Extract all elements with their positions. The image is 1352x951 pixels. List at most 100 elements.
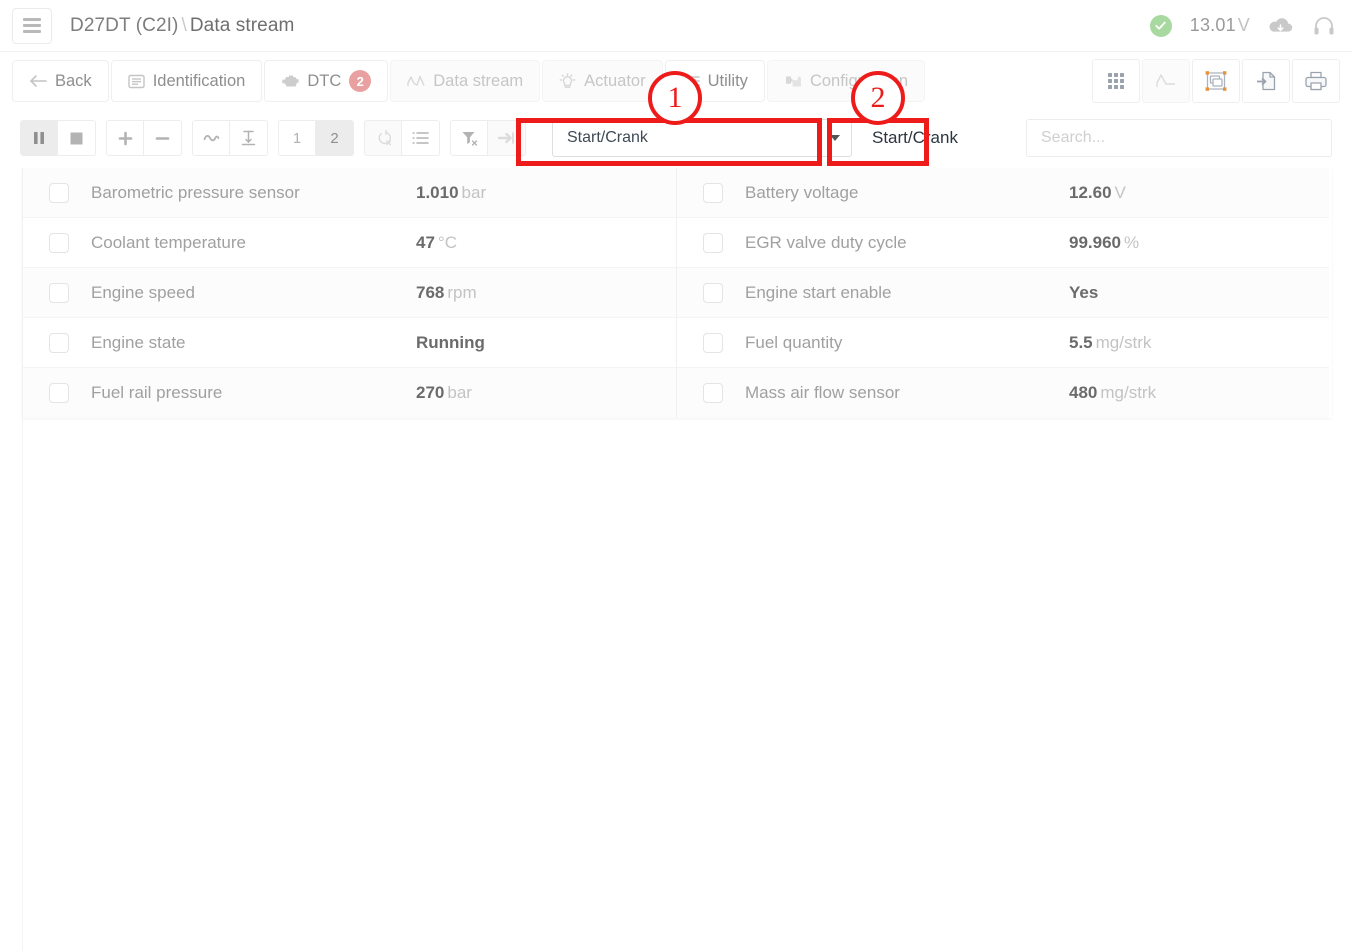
page-one-label: 1 bbox=[292, 129, 302, 147]
row-checkbox[interactable] bbox=[49, 232, 69, 253]
snapshot-icon[interactable] bbox=[1192, 59, 1240, 103]
table-row[interactable]: EGR valve duty cycle 99.960% bbox=[677, 218, 1329, 268]
graph-view-icon[interactable] bbox=[1142, 59, 1190, 103]
row-label: Fuel rail pressure bbox=[91, 383, 223, 402]
jump-end-button[interactable] bbox=[488, 120, 526, 156]
row-checkbox[interactable] bbox=[703, 232, 723, 253]
row-value-number: 270 bbox=[416, 383, 445, 402]
plus-icon bbox=[118, 131, 133, 146]
row-checkbox[interactable] bbox=[703, 383, 723, 403]
arrow-to-line-icon bbox=[498, 131, 515, 145]
app-header: D27DT (C2I) \ Data stream 13.01 V bbox=[0, 0, 1352, 52]
minus-icon bbox=[155, 131, 170, 146]
row-value-number: 99.960 bbox=[1069, 232, 1121, 252]
grid-column-left: Barometric pressure sensor 1.010 bar Cool… bbox=[23, 168, 676, 418]
row-value-unit: bar bbox=[447, 383, 472, 402]
data-stream-grid: Barometric pressure sensor 1.010 bar Cool… bbox=[22, 168, 1332, 418]
row-checkbox[interactable] bbox=[49, 332, 69, 353]
row-checkbox[interactable] bbox=[703, 282, 723, 303]
list-view-button[interactable] bbox=[402, 120, 440, 156]
playback-group bbox=[20, 120, 96, 156]
headset-icon[interactable] bbox=[1312, 14, 1336, 38]
bulb-icon bbox=[559, 73, 576, 89]
row-value: 47 °C bbox=[416, 233, 676, 253]
pause-button[interactable] bbox=[20, 120, 58, 156]
table-row[interactable]: Battery voltage 12.60 V bbox=[677, 168, 1329, 218]
row-value: 480 mg/strk bbox=[1069, 383, 1329, 403]
row-checkbox[interactable] bbox=[49, 182, 69, 203]
grid-view-icon[interactable] bbox=[1092, 59, 1140, 103]
stop-icon bbox=[70, 132, 83, 145]
circle-x-icon bbox=[375, 130, 392, 146]
mode-select-control[interactable]: Start/Crank bbox=[552, 119, 852, 157]
row-label: EGR valve duty cycle bbox=[745, 232, 907, 252]
row-checkbox[interactable] bbox=[703, 332, 723, 353]
tab-utility-label: Utility bbox=[707, 71, 748, 90]
print-icon[interactable] bbox=[1292, 59, 1340, 103]
table-row[interactable]: Engine state Running bbox=[23, 318, 676, 368]
battery-voltage-readout: 13.01 V bbox=[1190, 15, 1250, 36]
tab-dtc[interactable]: DTC 2 bbox=[264, 60, 389, 102]
puzzle-icon bbox=[784, 74, 802, 89]
clear-record-button[interactable] bbox=[364, 120, 402, 156]
export-file-icon[interactable] bbox=[1242, 59, 1290, 103]
hamburger-menu-icon[interactable] bbox=[12, 7, 52, 44]
filter-group bbox=[450, 120, 526, 156]
page-group: 1 2 bbox=[278, 120, 354, 156]
sliders-icon bbox=[681, 74, 700, 88]
table-row[interactable]: Fuel quantity 5.5 mg/strk bbox=[677, 318, 1329, 368]
page-two-button[interactable]: 2 bbox=[316, 120, 354, 156]
row-checkbox[interactable] bbox=[703, 182, 723, 203]
mode-select[interactable]: Start/Crank bbox=[552, 119, 852, 157]
table-row[interactable]: Coolant temperature 47 °C bbox=[23, 218, 676, 268]
row-value-number: 12.60 bbox=[1069, 182, 1112, 202]
table-row[interactable]: Engine start enable Yes bbox=[677, 268, 1329, 318]
engine-icon bbox=[281, 74, 299, 88]
row-checkbox[interactable] bbox=[49, 383, 69, 403]
row-label: Engine state bbox=[91, 332, 186, 352]
row-value-unit: % bbox=[1124, 232, 1140, 252]
add-button[interactable] bbox=[106, 120, 144, 156]
view-tools-group bbox=[1092, 59, 1340, 103]
remove-button[interactable] bbox=[144, 120, 182, 156]
row-value-unit: mg/strk bbox=[1100, 383, 1157, 402]
stop-button[interactable] bbox=[58, 120, 96, 156]
row-value: 270 bar bbox=[416, 383, 676, 403]
row-value: 99.960% bbox=[1069, 233, 1329, 253]
table-row[interactable]: Fuel rail pressure 270 bar bbox=[23, 368, 676, 418]
breadcrumb-model: D27DT (C2I) bbox=[70, 14, 179, 36]
chevron-down-icon bbox=[830, 135, 840, 141]
pause-icon bbox=[33, 131, 45, 145]
table-row[interactable]: Engine speed 768 rpm bbox=[23, 268, 676, 318]
tab-actuator-label: Actuator bbox=[584, 71, 646, 90]
row-checkbox[interactable] bbox=[49, 282, 69, 303]
wave-button[interactable] bbox=[192, 120, 230, 156]
row-value: Yes bbox=[1069, 283, 1329, 303]
check-circle-icon bbox=[1149, 14, 1172, 37]
tab-data-stream-label: Data stream bbox=[433, 71, 524, 90]
table-row[interactable]: Barometric pressure sensor 1.010 bar bbox=[23, 168, 676, 218]
cloud-download-icon[interactable] bbox=[1268, 16, 1294, 36]
back-button[interactable]: Back bbox=[12, 60, 109, 102]
grid-column-right: Battery voltage 12.60 V EGR valve duty cy… bbox=[676, 168, 1329, 418]
tab-utility[interactable]: Utility bbox=[664, 60, 765, 102]
tab-configuration-label: Configuration bbox=[809, 71, 909, 90]
row-label: Engine start enable bbox=[745, 282, 892, 302]
tab-configuration[interactable]: Configuration bbox=[766, 60, 926, 102]
row-value: 5.5 mg/strk bbox=[1069, 333, 1329, 353]
tab-identification[interactable]: Identification bbox=[110, 60, 263, 102]
tab-data-stream[interactable]: Data stream bbox=[390, 60, 541, 102]
page-one-button[interactable]: 1 bbox=[278, 120, 316, 156]
voltage-unit: V bbox=[1237, 15, 1250, 35]
table-row[interactable]: Mass air flow sensor 480 mg/strk bbox=[677, 368, 1329, 418]
arrow-left-icon bbox=[29, 74, 47, 88]
text-height-button[interactable] bbox=[230, 120, 268, 156]
search-field-wrapper bbox=[1026, 119, 1332, 157]
row-value: 1.010 bar bbox=[416, 183, 676, 203]
action-toolbar: 1 2 Start/Crank Start/Crank Search... bbox=[0, 110, 1352, 166]
tab-actuator[interactable]: Actuator bbox=[542, 60, 663, 102]
search-input[interactable] bbox=[1026, 119, 1332, 157]
row-value: Running bbox=[416, 333, 676, 353]
clear-filter-button[interactable] bbox=[450, 120, 488, 156]
row-label: Barometric pressure sensor bbox=[91, 182, 300, 202]
